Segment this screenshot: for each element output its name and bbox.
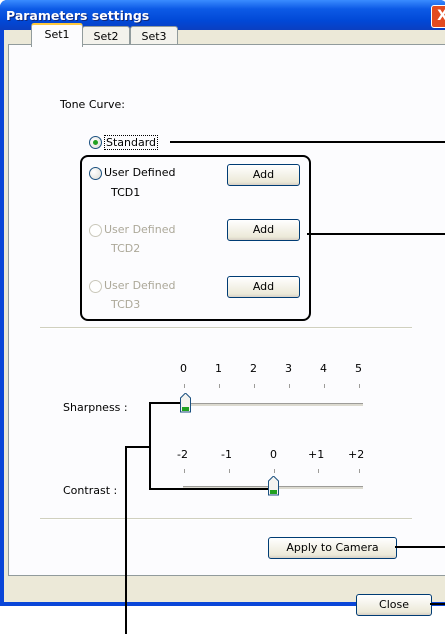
- close-icon[interactable]: X: [431, 5, 445, 28]
- separator: [40, 327, 412, 329]
- contrast-tick-label: -1: [221, 448, 232, 461]
- contrast-label: Contrast :: [63, 484, 118, 497]
- close-button[interactable]: Close: [356, 594, 432, 616]
- callout-line-sharpness: [149, 402, 180, 404]
- sharpness-tick-label: 5: [355, 362, 362, 375]
- user-defined-label-2: User Defined: [104, 223, 176, 236]
- tone-curve-label: Tone Curve:: [60, 98, 125, 111]
- radio-user-defined-tcd1[interactable]: [89, 167, 102, 180]
- tick-mark: [289, 384, 290, 388]
- tcd1-label: TCD1: [111, 186, 141, 199]
- sharpness-tick-label: 1: [215, 362, 222, 375]
- sharpness-tick-label: 4: [320, 362, 327, 375]
- sharpness-tick-label: 0: [180, 362, 187, 375]
- tick-mark: [318, 469, 319, 473]
- callout-line-close: [430, 603, 445, 605]
- tick-mark: [229, 469, 230, 473]
- contrast-tick-label: +2: [348, 448, 365, 461]
- user-defined-label-3: User Defined: [104, 279, 176, 292]
- tick-mark: [274, 469, 275, 473]
- add-button-2[interactable]: Add: [227, 219, 300, 241]
- radio-user-defined-tcd3[interactable]: [89, 280, 102, 293]
- contrast-slider-thumb[interactable]: [268, 476, 279, 496]
- tab-set1[interactable]: Set1: [31, 23, 83, 47]
- tick-mark: [184, 469, 185, 473]
- radio-standard[interactable]: [89, 136, 102, 149]
- tab-set2[interactable]: Set2: [82, 26, 130, 46]
- user-defined-label-1: User Defined: [104, 166, 176, 179]
- tick-mark: [359, 469, 360, 473]
- apply-to-camera-button[interactable]: Apply to Camera: [268, 537, 397, 559]
- tick-mark: [254, 384, 255, 388]
- tcd3-label: TCD3: [111, 298, 141, 311]
- tab-set3[interactable]: Set3: [130, 26, 178, 46]
- radio-user-defined-tcd2[interactable]: [89, 224, 102, 237]
- callout-line-standard: [170, 141, 445, 143]
- contrast-tick-label: -2: [177, 448, 188, 461]
- sharpness-label: Sharpness :: [63, 401, 128, 414]
- add-button-1[interactable]: Add: [227, 164, 300, 186]
- tick-mark: [184, 384, 185, 388]
- tick-mark: [359, 384, 360, 388]
- sharpness-slider-thumb[interactable]: [180, 393, 191, 413]
- callout-line-apply: [395, 546, 445, 548]
- tick-mark: [324, 384, 325, 388]
- callout-line-contrast: [149, 488, 268, 490]
- tick-mark: [219, 384, 220, 388]
- callout-line-sliders-down: [125, 446, 127, 634]
- separator: [40, 518, 412, 520]
- callout-line-sliders-stub: [125, 446, 149, 448]
- window-title: Parameters settings: [6, 8, 150, 23]
- sharpness-slider-track[interactable]: [183, 403, 363, 406]
- tcd2-label: TCD2: [111, 242, 141, 255]
- standard-label[interactable]: Standard: [104, 135, 159, 150]
- sharpness-tick-label: 2: [250, 362, 257, 375]
- sharpness-tick-label: 3: [285, 362, 292, 375]
- contrast-tick-label: 0: [270, 448, 277, 461]
- radio-selected-dot: [93, 140, 98, 145]
- add-button-3[interactable]: Add: [227, 276, 300, 298]
- callout-line-user-defined: [307, 233, 445, 235]
- contrast-tick-label: +1: [308, 448, 325, 461]
- callout-line-sliders-vertical: [149, 402, 151, 490]
